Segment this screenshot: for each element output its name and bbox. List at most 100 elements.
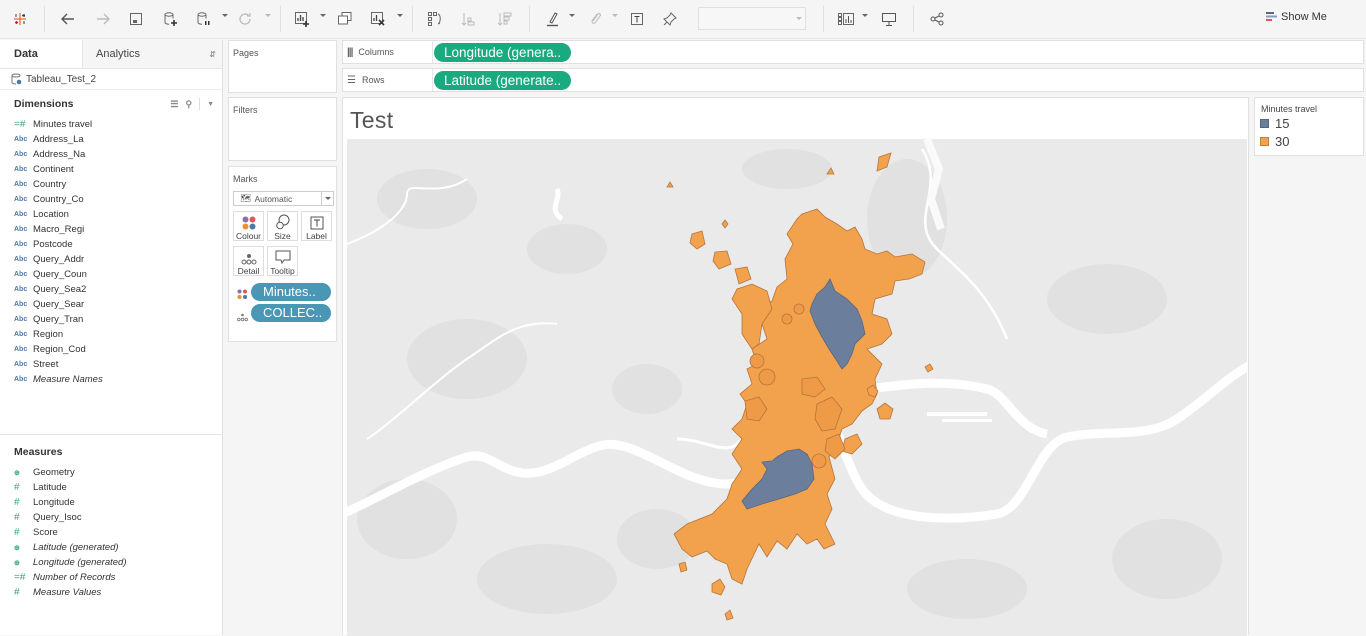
sort-ascending-icon[interactable] — [461, 8, 477, 30]
tableau-logo-icon[interactable] — [12, 8, 28, 30]
field-item[interactable]: Abc Country — [0, 177, 222, 192]
columns-pill[interactable]: Longitude (genera.. — [434, 42, 572, 62]
field-item[interactable]: # Measure Values — [0, 585, 222, 600]
tooltip-label: Tooltip — [270, 266, 295, 276]
size-label: Size — [274, 231, 291, 241]
save-icon[interactable] — [129, 8, 143, 30]
marks-pill-minutes[interactable]: Minutes.. — [251, 283, 331, 301]
columns-shelf[interactable]: ||| Columns Longitude (genera.. — [342, 40, 1364, 64]
data-pane-tabs: Data Analytics ⇵ — [0, 40, 222, 69]
tooltip-button[interactable]: Tooltip — [267, 246, 298, 276]
presentation-mode-icon[interactable] — [881, 8, 897, 30]
redo-icon[interactable] — [95, 8, 111, 30]
field-item[interactable]: # Longitude — [0, 495, 222, 510]
field-item[interactable]: Abc Continent — [0, 162, 222, 177]
field-item[interactable]: =# Number of Records — [0, 570, 222, 585]
chevron-down-icon[interactable] — [862, 14, 868, 17]
show-mark-labels-icon[interactable] — [630, 8, 644, 30]
field-item[interactable]: Abc Street — [0, 357, 222, 372]
field-item[interactable]: Abc Query_Addr — [0, 252, 222, 267]
share-icon[interactable] — [929, 8, 945, 30]
field-item[interactable]: Abc Query_Sea2 — [0, 282, 222, 297]
string-type-icon: Abc — [14, 256, 28, 263]
duplicate-icon[interactable] — [337, 8, 353, 30]
rows-icon: ☰ — [347, 74, 356, 86]
clear-sheet-icon[interactable] — [370, 8, 386, 30]
chevron-down-icon[interactable] — [569, 14, 575, 17]
refresh-icon[interactable] — [237, 8, 253, 30]
field-item[interactable]: # Latitude — [0, 480, 222, 495]
field-item[interactable]: Abc Region_Cod — [0, 342, 222, 357]
field-name: Address_La — [33, 134, 84, 145]
map-svg[interactable] — [347, 139, 1247, 636]
chevron-down-icon[interactable] — [265, 14, 271, 17]
toolbar: Show Me — [0, 0, 1366, 39]
undo-icon[interactable] — [60, 8, 76, 30]
datasource-item[interactable]: Tableau_Test_2 — [0, 69, 222, 90]
field-item[interactable]: Abc Measure Names — [0, 372, 222, 387]
field-item[interactable]: ⊕ Geometry — [0, 465, 222, 480]
field-item[interactable]: =# Minutes travel — [0, 117, 222, 132]
detail-button[interactable]: Detail — [233, 246, 264, 276]
search-icon[interactable]: ⚲ — [185, 99, 192, 110]
chevron-down-icon[interactable]: ▼ — [207, 101, 214, 108]
field-item[interactable]: Abc Region — [0, 327, 222, 342]
divider — [199, 98, 201, 110]
detail-icon — [234, 247, 263, 265]
view-title[interactable]: Test — [350, 107, 393, 134]
label-button[interactable]: Label — [301, 211, 332, 241]
field-item[interactable]: # Query_Isoc — [0, 510, 222, 525]
field-item[interactable]: Abc Macro_Regi — [0, 222, 222, 237]
new-datasource-icon[interactable] — [163, 8, 179, 30]
rows-shelf-label: ☰ Rows — [343, 69, 433, 91]
view-data-icon[interactable]: ☰ — [170, 99, 178, 110]
swap-rows-columns-icon[interactable] — [427, 8, 443, 30]
collapse-icon[interactable]: ⇵ — [209, 40, 216, 69]
chevron-down-icon[interactable] — [222, 14, 228, 17]
show-me-button[interactable]: Show Me — [1266, 11, 1327, 23]
field-name: Longitude (generated) — [33, 557, 127, 568]
field-item[interactable]: Abc Address_Na — [0, 147, 222, 162]
field-item[interactable]: # Score — [0, 525, 222, 540]
string-type-icon: Abc — [14, 166, 28, 173]
marks-pill-collection[interactable]: COLLEC.. — [251, 304, 331, 322]
chevron-down-icon[interactable] — [397, 14, 403, 17]
group-members-icon[interactable] — [587, 8, 603, 30]
pause-updates-icon[interactable] — [196, 8, 212, 30]
show-cards-icon[interactable] — [838, 8, 854, 30]
field-item[interactable]: Abc Query_Sear — [0, 297, 222, 312]
filters-card[interactable]: Filters — [228, 97, 337, 161]
fit-select[interactable] — [698, 7, 806, 30]
size-button[interactable]: Size — [267, 211, 298, 241]
field-item[interactable]: Abc Query_Coun — [0, 267, 222, 282]
field-item[interactable]: Abc Location — [0, 207, 222, 222]
chevron-down-icon[interactable] — [612, 14, 618, 17]
tab-data[interactable]: Data — [0, 40, 82, 68]
filters-title: Filters — [233, 105, 258, 115]
chevron-down-icon[interactable] — [320, 14, 326, 17]
highlight-icon[interactable] — [545, 8, 561, 30]
field-item[interactable]: Abc Postcode — [0, 237, 222, 252]
number-type-icon: # — [14, 527, 20, 538]
tab-analytics[interactable]: Analytics ⇵ — [82, 40, 222, 68]
legend-item-15[interactable]: 15 — [1255, 114, 1363, 132]
rows-shelf[interactable]: ☰ Rows Latitude (generate.. — [342, 68, 1364, 92]
globe-icon: ⊕ — [14, 544, 20, 552]
string-type-icon: Abc — [14, 196, 28, 203]
rows-pill[interactable]: Latitude (generate.. — [434, 70, 572, 90]
field-item[interactable]: Abc Query_Tran — [0, 312, 222, 327]
worksheet-view: Test — [342, 97, 1249, 636]
field-item[interactable]: Abc Address_La — [0, 132, 222, 147]
sort-descending-icon[interactable] — [497, 8, 513, 30]
field-item[interactable]: ⊕ Latitude (generated) — [0, 540, 222, 555]
legend-item-30[interactable]: 30 — [1255, 132, 1363, 150]
pane-divider[interactable] — [0, 434, 222, 435]
map-canvas[interactable] — [347, 139, 1247, 636]
field-item[interactable]: ⊕ Longitude (generated) — [0, 555, 222, 570]
fix-axes-icon[interactable] — [662, 8, 678, 30]
mark-type-select[interactable]: 🗺 Automatic — [233, 191, 334, 206]
field-item[interactable]: Abc Country_Co — [0, 192, 222, 207]
pages-card[interactable]: Pages — [228, 40, 337, 93]
colour-button[interactable]: Colour — [233, 211, 264, 241]
new-worksheet-icon[interactable] — [294, 8, 310, 30]
